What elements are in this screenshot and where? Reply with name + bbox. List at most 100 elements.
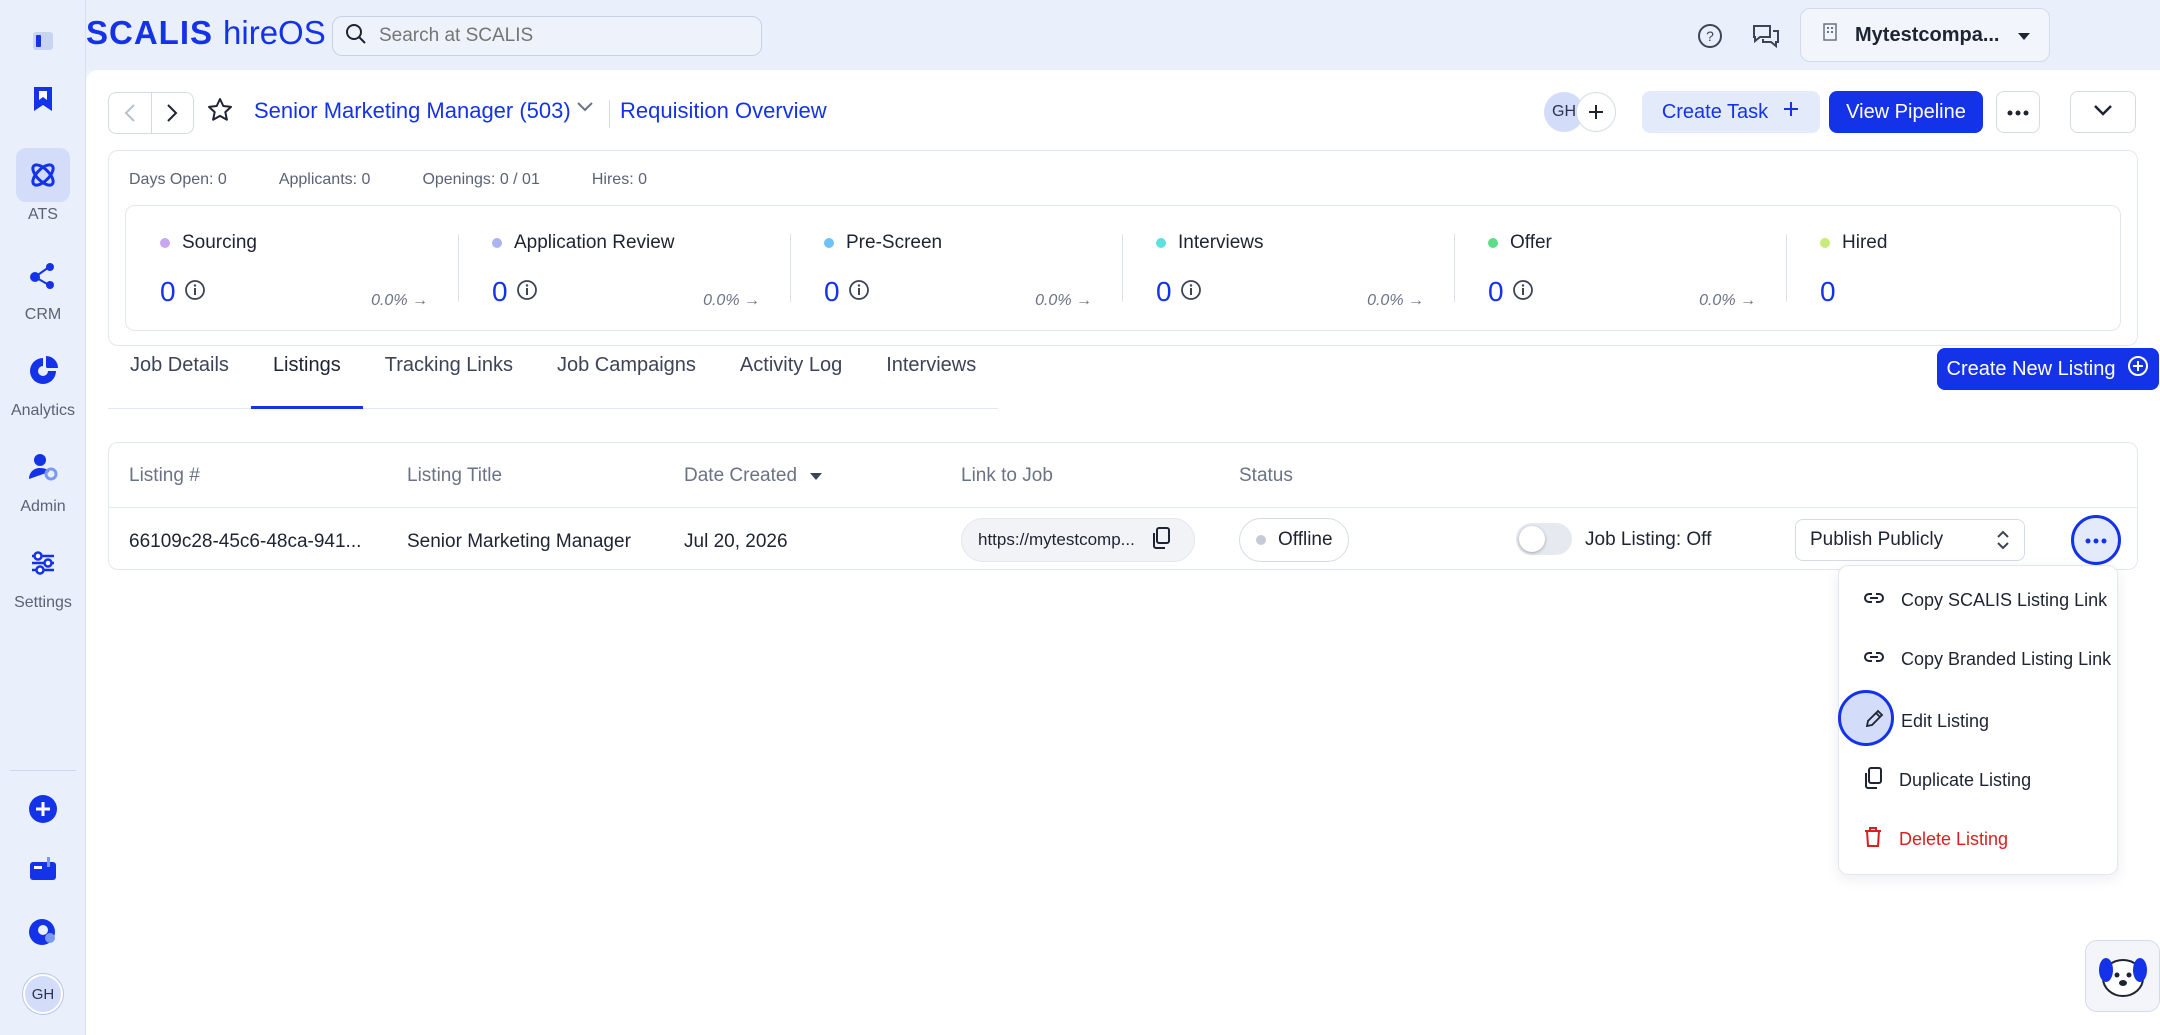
brand-name: SCALIS [86, 14, 214, 51]
create-new-listing-button[interactable]: Create New Listing [1937, 348, 2159, 390]
create-task-label: Create Task [1661, 100, 1769, 123]
mailbox-icon[interactable] [16, 842, 70, 896]
ats-icon[interactable] [16, 148, 70, 202]
back-button[interactable] [109, 93, 152, 133]
bookmark-icon[interactable] [16, 72, 70, 126]
help-assistant-button[interactable] [2085, 940, 2160, 1012]
copy-icon[interactable] [1151, 526, 1171, 554]
hires-count: Hires: 0 [591, 171, 647, 188]
sidebar-toggle[interactable] [0, 14, 86, 68]
left-rail: ATS CRM Analytics Admin Settings GH [0, 0, 86, 1035]
add-button[interactable] [0, 782, 86, 836]
menu-item-copy-scalis-link[interactable]: Copy SCALIS Listing Link [1863, 590, 2107, 611]
info-icon[interactable] [1512, 276, 1534, 308]
main-panel: Senior Marketing Manager (503) Requisiti… [86, 70, 2160, 1035]
sidebar-item-crm[interactable]: CRM [0, 248, 86, 324]
job-listing-toggle[interactable] [1516, 523, 1572, 555]
row-actions-button[interactable] [2071, 515, 2121, 565]
help-icon[interactable]: ? [1694, 20, 1726, 52]
requisition-overview-link[interactable]: Requisition Overview [620, 98, 827, 124]
tab-interviews[interactable]: Interviews [864, 290, 999, 409]
listing-title: Senior Marketing Manager [407, 531, 631, 552]
tab-job-campaigns[interactable]: Job Campaigns [534, 290, 718, 409]
avatar[interactable]: GH [23, 974, 63, 1014]
applicants-count: Applicants: 0 [278, 171, 371, 188]
tab-activity-log[interactable]: Activity Log [717, 290, 865, 409]
menu-item-copy-branded-link[interactable]: Copy Branded Listing Link [1863, 649, 2111, 670]
create-task-button[interactable]: Create Task [1642, 91, 1820, 133]
search-input[interactable] [379, 25, 739, 47]
publish-select-value: Publish Publicly [1810, 529, 1944, 550]
view-pipeline-button[interactable]: View Pipeline [1829, 91, 1983, 133]
collapse-button[interactable] [2070, 91, 2136, 133]
stage-dot [1156, 238, 1166, 248]
trash-icon [1863, 826, 1883, 853]
star-icon[interactable] [206, 96, 234, 129]
brand-logo[interactable]: SCALIS hireOS [86, 14, 326, 52]
sidebar-item-admin[interactable]: Admin [0, 440, 86, 516]
sidebar-item-label: CRM [24, 306, 62, 323]
sidebar-item-label: Analytics [10, 402, 76, 419]
stage-name: Interviews [1178, 232, 1264, 253]
job-link-pill[interactable]: https://mytestcomp... [961, 518, 1195, 562]
stage-conversion: 0.0% → [1367, 292, 1424, 309]
more-actions-button[interactable] [1996, 91, 2040, 133]
chevron-down-icon[interactable] [576, 100, 594, 118]
support-button[interactable] [0, 905, 86, 959]
column-header-date-created[interactable]: Date Created [684, 465, 823, 487]
stage-conversion: 0.0% → [1699, 292, 1756, 309]
tab-job-details[interactable]: Job Details [108, 290, 251, 409]
add-assignee-button[interactable] [1576, 92, 1616, 132]
stage-dot [1820, 238, 1830, 248]
ellipsis-icon [2007, 103, 2029, 121]
sidebar-item-settings[interactable]: Settings [0, 536, 86, 612]
publish-select[interactable]: Publish Publicly [1795, 519, 2025, 561]
status-badge: Offline [1239, 518, 1349, 562]
admin-icon[interactable] [16, 440, 70, 494]
stage-interviews[interactable]: Interviews 0 0.0% → [1122, 206, 1454, 330]
search-icon [345, 23, 367, 50]
forward-button[interactable] [152, 93, 194, 133]
bookmark-nav[interactable] [0, 72, 86, 126]
menu-item-label: Delete Listing [1899, 829, 2009, 849]
chat-icon[interactable] [1750, 20, 1782, 52]
menu-item-label: Edit Listing [1901, 711, 1990, 731]
search-box[interactable] [332, 16, 762, 56]
building-icon [1823, 23, 1837, 47]
stage-hired[interactable]: Hired 0 [1786, 206, 2118, 330]
sidebar-item-ats[interactable]: ATS [0, 148, 86, 224]
company-switcher[interactable]: Mytestcompa... [1800, 8, 2050, 62]
company-name: Mytestcompa... [1855, 23, 2000, 46]
menu-item-duplicate-listing[interactable]: Duplicate Listing [1863, 767, 2031, 794]
menu-item-edit-listing[interactable]: Edit Listing [1863, 708, 1989, 735]
info-icon[interactable] [1180, 276, 1202, 308]
column-header-listing-number: Listing # [129, 465, 200, 486]
listing-id[interactable]: 66109c28-45c6-48ca-941... [129, 531, 361, 553]
sidebar-item-label: Admin [20, 498, 66, 515]
stage-offer[interactable]: Offer 0 0.0% → [1454, 206, 1786, 330]
tab-list: Job Details Listings Tracking Links Job … [108, 290, 999, 410]
settings-sliders-icon[interactable] [16, 536, 70, 590]
tab-tracking-links[interactable]: Tracking Links [362, 290, 535, 409]
stage-count: 0 [1156, 276, 1172, 307]
crm-icon[interactable] [16, 248, 70, 302]
user-support-icon[interactable] [16, 905, 70, 959]
job-title[interactable]: Senior Marketing Manager (503) [254, 98, 571, 124]
inbox-button[interactable] [0, 842, 86, 896]
user-avatar-button[interactable]: GH [0, 974, 86, 1014]
plus-circle-icon[interactable] [16, 782, 70, 836]
stage-name: Offer [1510, 232, 1552, 253]
status-dot [1256, 535, 1266, 545]
openings-count: Openings: 0 / 01 [422, 171, 540, 188]
column-header-label: Date Created [684, 465, 798, 486]
stage-conversion: 0.0% → [1035, 292, 1092, 309]
menu-item-delete-listing[interactable]: Delete Listing [1863, 826, 2008, 853]
tab-listings[interactable]: Listings [250, 290, 363, 409]
sort-caret-icon [809, 465, 823, 487]
sidebar-item-analytics[interactable]: Analytics [0, 344, 86, 420]
toggle-knob [1519, 526, 1545, 552]
pie-chart-icon[interactable] [16, 344, 70, 398]
sidebar-toggle-icon[interactable] [16, 14, 70, 68]
plus-circle-icon [2127, 355, 2149, 383]
stage-name: Hired [1842, 232, 1888, 253]
